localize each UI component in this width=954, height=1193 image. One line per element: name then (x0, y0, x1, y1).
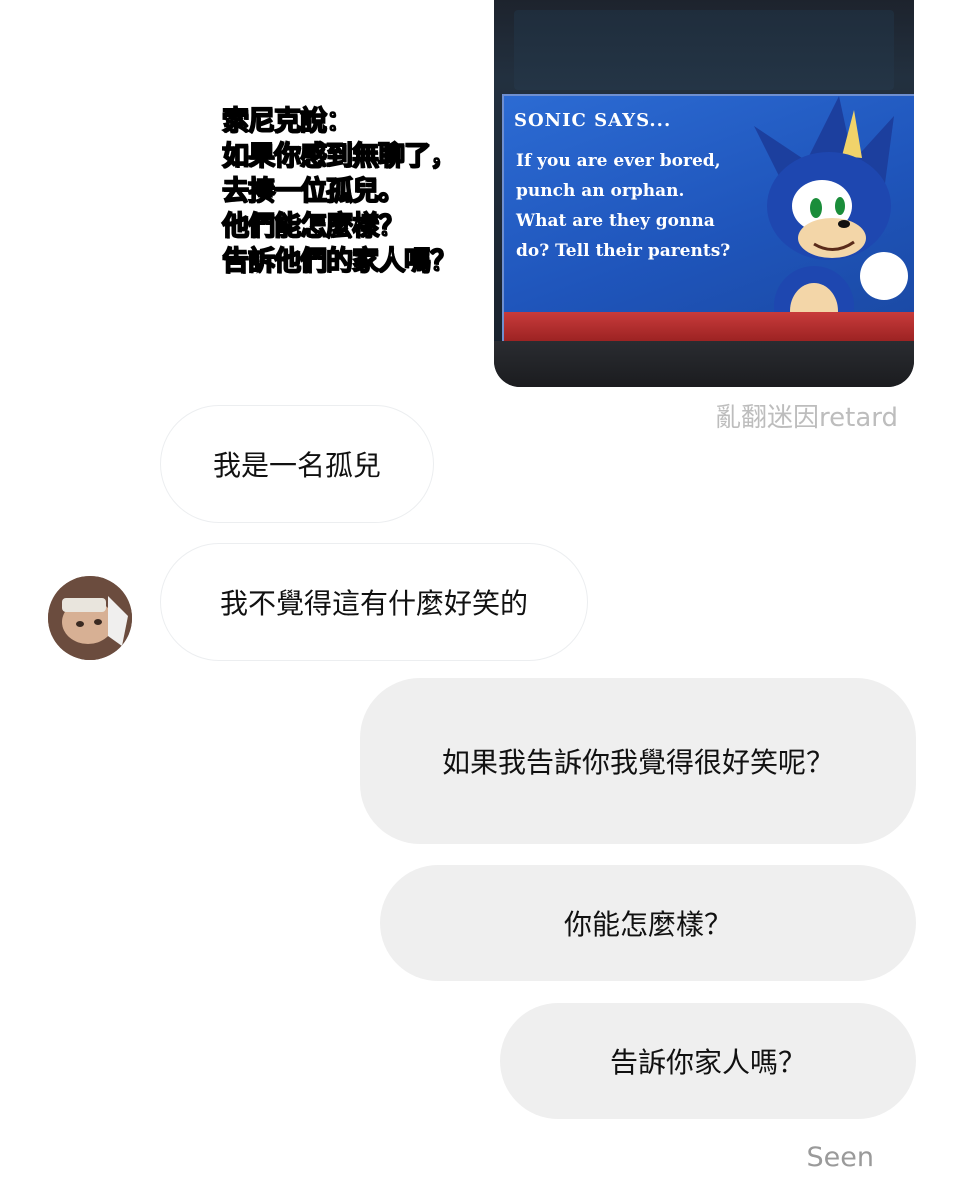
sonic-text-line: do? Tell their parents? (516, 241, 731, 261)
avatar[interactable] (48, 576, 132, 660)
sent-message-bubble[interactable]: 告訴你家人嗎？ (500, 1003, 916, 1119)
caption-line: 告訴他們的家人嗎？ (221, 245, 458, 278)
message-text: 我不覺得這有什麼好笑的 (219, 587, 528, 620)
received-message-bubble[interactable]: 我不覺得這有什麼好笑的 (160, 543, 588, 661)
sent-message-bubble[interactable]: 你能怎麼樣？ (380, 865, 916, 981)
sonic-text-line: What are they gonna (516, 211, 715, 231)
sonic-says-panel: SONIC SAYS... If you are ever bored, pun… (502, 94, 914, 344)
photo-screen-top (514, 10, 894, 90)
message-text: 如果我告訴你我覺得很好笑呢？ (441, 746, 834, 779)
message-text: 你能怎麼樣？ (563, 908, 732, 941)
message-text: 我是一名孤兒 (212, 449, 381, 482)
sonic-text-line: If you are ever bored, (516, 151, 721, 171)
caption-translation: 索尼克說： 如果你感到無聊了， 去揍一位孤兒。 他們能怎麼樣？ 告訴他們的家人嗎… (221, 104, 502, 279)
watermark: 亂翻迷因retard (715, 403, 898, 433)
caption-line: 如果你感到無聊了， (221, 140, 458, 173)
sonic-says-text: If you are ever bored, punch an orphan. … (516, 146, 756, 266)
caption-line: 去揍一位孤兒。 (221, 175, 406, 208)
photo-bottom-shade (494, 341, 914, 387)
shared-photo-message[interactable]: SONIC SAYS... If you are ever bored, pun… (494, 0, 914, 387)
sonic-text-line: punch an orphan. (516, 181, 685, 201)
message-text: 告訴你家人嗎？ (609, 1046, 806, 1079)
caption-line: 他們能怎麼樣？ (221, 210, 406, 243)
sonic-character-icon (754, 96, 908, 336)
panel-red-bar (504, 312, 914, 342)
received-message-bubble[interactable]: 我是一名孤兒 (160, 405, 434, 523)
profile-photo-icon (48, 576, 132, 660)
seen-status: Seen (806, 1142, 874, 1173)
sent-message-bubble[interactable]: 如果我告訴你我覺得很好笑呢？ (360, 678, 916, 844)
sonic-says-title: SONIC SAYS... (514, 110, 672, 131)
caption-line: 索尼克說： (221, 105, 354, 138)
